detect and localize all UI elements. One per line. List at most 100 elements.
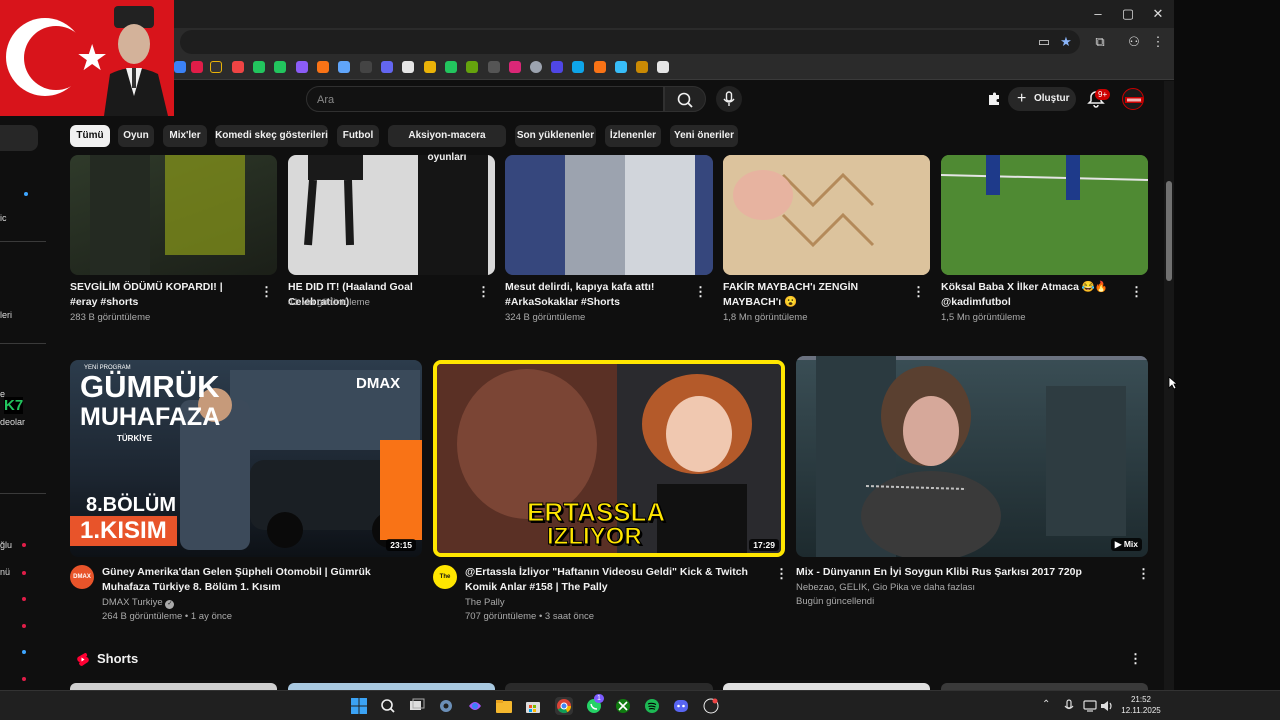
store-icon[interactable]	[524, 697, 542, 715]
bookmark-icon[interactable]	[445, 61, 457, 73]
puzzle-icon[interactable]	[986, 91, 1002, 107]
short-thumbnail[interactable]	[723, 155, 930, 275]
bookmark-icon[interactable]	[402, 61, 414, 73]
kick-bookmark-icon[interactable]	[253, 61, 265, 73]
sidebar-item-label[interactable]: ğlu	[0, 540, 12, 550]
chip-watched[interactable]: İzlenenler	[605, 125, 661, 147]
maximize-button[interactable]: ▢	[1113, 4, 1143, 24]
chrome-icon[interactable]	[555, 697, 573, 715]
chip-action-adventure[interactable]: Aksiyon-macera oyunları	[388, 125, 506, 163]
sidebar-item-label[interactable]: deolar	[0, 417, 25, 427]
windows-start-icon[interactable]	[350, 697, 368, 715]
youtube-bookmark-icon[interactable]	[232, 61, 244, 73]
more-options-icon[interactable]: ⋮	[1129, 652, 1142, 666]
bookmark-icon[interactable]	[174, 61, 186, 73]
video-title[interactable]: Güney Amerika'dan Gelen Şüpheli Otomobil…	[102, 565, 412, 595]
system-clock[interactable]: 21:52 12.11.2025	[1116, 694, 1166, 716]
taskbar-search-icon[interactable]	[379, 697, 397, 715]
chip-recently-uploaded[interactable]: Son yüklenenler	[515, 125, 596, 147]
short-thumbnail[interactable]	[288, 155, 495, 275]
extensions-icon[interactable]: ⧉	[1092, 34, 1108, 50]
search-button[interactable]	[664, 86, 706, 112]
copilot-icon[interactable]	[466, 697, 484, 715]
channel-avatar[interactable]: The Pally	[433, 565, 457, 589]
show-hidden-icons-chevron-icon[interactable]: ⌃	[1042, 699, 1050, 710]
short-thumbnail[interactable]	[941, 683, 1148, 690]
short-thumbnail[interactable]	[505, 155, 713, 275]
channel-name[interactable]: DMAX Turkiye ✓	[102, 596, 175, 610]
bookmark-icon[interactable]	[210, 61, 222, 73]
bookmark-icon[interactable]	[636, 61, 648, 73]
profile-icon[interactable]: ⚇	[1126, 34, 1142, 50]
chip-comedy-sketches[interactable]: Komedi skeç gösterileri	[215, 125, 328, 147]
video-thumbnail[interactable]: ▶ Mix	[796, 356, 1148, 557]
more-options-icon[interactable]: ⋮	[775, 567, 788, 581]
short-title[interactable]: Köksal Baba X İlker Atmaca 😂🔥 @kadimfutb…	[941, 280, 1121, 310]
short-thumbnail[interactable]	[941, 155, 1148, 275]
chip-gaming[interactable]: Oyun	[118, 125, 154, 147]
chip-all[interactable]: Tümü	[70, 125, 110, 147]
bookmark-icon[interactable]	[424, 61, 436, 73]
spotify-icon[interactable]	[643, 697, 661, 715]
steam-bookmark-icon[interactable]	[338, 61, 350, 73]
video-title[interactable]: Mix - Dünyanın En İyi Soygun Klibi Rus Ş…	[796, 565, 1126, 580]
close-button[interactable]: ✕	[1143, 4, 1173, 24]
xbox-icon[interactable]	[614, 697, 632, 715]
short-thumbnail[interactable]	[288, 683, 495, 690]
short-thumbnail[interactable]	[70, 155, 277, 275]
bookmark-icon[interactable]	[466, 61, 478, 73]
bookmark-star-icon[interactable]: ★	[1058, 34, 1074, 50]
video-thumbnail[interactable]: YENİ PROGRAM DMAX GÜMRÜK MUHAFAZA TÜRKİY…	[70, 360, 422, 557]
chrome-menu-icon[interactable]: ⋮	[1150, 34, 1166, 50]
cast-icon[interactable]: ▭	[1036, 34, 1052, 50]
network-icon[interactable]	[1083, 699, 1097, 713]
settings-gear-icon[interactable]	[437, 697, 455, 715]
short-thumbnail[interactable]	[70, 683, 277, 690]
bookmark-icon[interactable]	[317, 61, 329, 73]
kick-bookmark-icon[interactable]	[274, 61, 286, 73]
bookmark-icon[interactable]	[296, 61, 308, 73]
sidebar-item-label[interactable]: nü	[0, 567, 10, 577]
search-box[interactable]	[306, 86, 664, 112]
file-explorer-icon[interactable]	[495, 697, 513, 715]
short-thumbnail[interactable]	[723, 683, 930, 690]
channel-name-text[interactable]: DMAX Turkiye	[102, 597, 163, 608]
bookmark-icon[interactable]	[488, 61, 500, 73]
more-options-icon[interactable]: ⋮	[912, 285, 925, 299]
account-avatar[interactable]	[1122, 88, 1144, 110]
bookmark-icon[interactable]	[572, 61, 584, 73]
more-options-icon[interactable]: ⋮	[477, 285, 490, 299]
channel-name[interactable]: The Pally	[465, 596, 505, 610]
scrollbar-thumb[interactable]	[1166, 181, 1172, 281]
short-title[interactable]: SEVGİLİM ÖDÜMÜ KOPARDI! | #eray #shorts	[70, 280, 250, 310]
app-icon[interactable]	[702, 697, 720, 715]
task-view-icon[interactable]	[408, 697, 426, 715]
chip-new-to-you[interactable]: Yeni öneriler	[670, 125, 738, 147]
volume-icon[interactable]	[1100, 699, 1114, 713]
more-options-icon[interactable]: ⋮	[694, 285, 707, 299]
microphone-tray-icon[interactable]	[1063, 699, 1075, 713]
more-options-icon[interactable]: ⋮	[1130, 285, 1143, 299]
minimize-button[interactable]: –	[1083, 4, 1113, 24]
search-input[interactable]	[317, 91, 647, 109]
create-button[interactable]: + Oluştur	[1008, 87, 1076, 111]
more-options-icon[interactable]: ⋮	[260, 285, 273, 299]
bookmark-icon[interactable]	[360, 61, 372, 73]
bookmark-icon[interactable]	[615, 61, 627, 73]
short-thumbnail[interactable]	[505, 683, 713, 690]
more-options-icon[interactable]: ⋮	[1137, 567, 1150, 581]
bookmark-icon[interactable]	[657, 61, 669, 73]
short-title[interactable]: Mesut delirdi, kapıya kafa attı! #ArkaSo…	[505, 280, 685, 310]
bookmark-icon[interactable]	[594, 61, 606, 73]
bookmark-icon[interactable]	[191, 61, 203, 73]
bookmark-icon[interactable]	[551, 61, 563, 73]
sidebar-item-label[interactable]: ic	[0, 213, 7, 223]
video-thumbnail[interactable]: ERTASSLA IZLIYOR 17:29	[433, 360, 785, 557]
voice-search-button[interactable]	[716, 86, 742, 112]
kick-logo[interactable]: K7	[4, 397, 24, 414]
discord-icon[interactable]	[672, 697, 690, 715]
channel-name[interactable]: Nebezao, GELIK, Gio Pika ve daha fazlası	[796, 581, 975, 595]
chip-mixes[interactable]: Mix'ler	[163, 125, 207, 147]
short-title[interactable]: FAKİR MAYBACH'ı ZENGİN MAYBACH'ı 😮	[723, 280, 903, 310]
omnibox[interactable]	[180, 30, 1080, 54]
